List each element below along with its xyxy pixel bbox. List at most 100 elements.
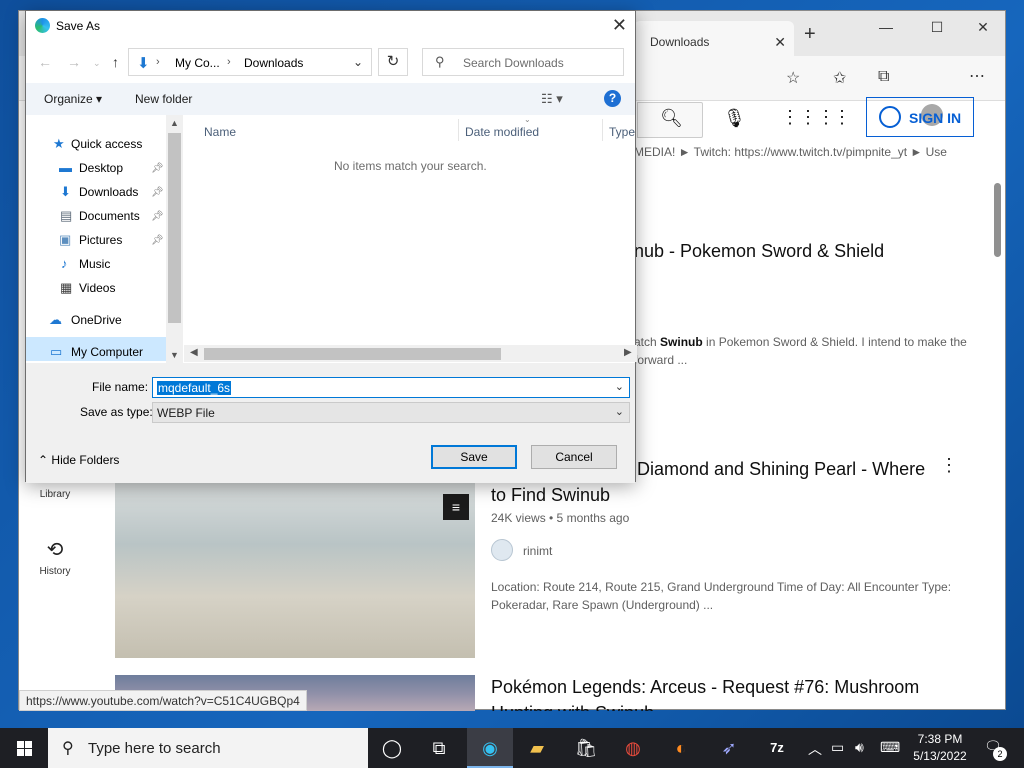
tree-item-my-computer[interactable]: My Computer	[71, 345, 143, 359]
pin-icon[interactable]: 📌︎	[151, 211, 164, 222]
chevron-down-icon[interactable]: ⌄	[615, 405, 624, 418]
tree-item-pictures[interactable]: Pictures	[79, 233, 122, 247]
taskbar-search-box[interactable]: ⚲ Type here to search	[48, 728, 368, 768]
pin-icon[interactable]: 📌︎	[151, 163, 164, 174]
horizontal-scrollbar[interactable]: ◀ ▶	[184, 345, 637, 362]
store-icon[interactable]: 🛍︎	[563, 728, 609, 768]
close-window-button[interactable]: ✕	[968, 19, 998, 36]
chrome-icon[interactable]: ◍	[610, 728, 656, 768]
add-favorite-icon[interactable]: ☆	[786, 68, 800, 88]
tree-item-desktop[interactable]: Desktop	[79, 161, 123, 175]
tree-item-documents[interactable]: Documents	[79, 209, 140, 223]
edge-app-icon[interactable]: ◉	[467, 728, 513, 768]
pin-icon[interactable]: 📌︎	[151, 235, 164, 246]
chevron-down-icon[interactable]: ⌄	[615, 380, 624, 393]
more-menu-icon[interactable]: ⋯	[969, 66, 985, 86]
column-divider[interactable]	[602, 119, 603, 141]
nav-library[interactable]: Library	[19, 489, 91, 500]
tree-item-quick-access[interactable]: Quick access	[71, 137, 142, 151]
show-hidden-icons-chevron-icon[interactable]: ︿	[808, 739, 822, 759]
chevron-down-icon[interactable]: ⌄	[353, 55, 363, 69]
dialog-close-icon[interactable]: ✕	[612, 15, 627, 36]
volume-icon[interactable]: 🔊︎	[855, 739, 864, 756]
browser-tab-downloads[interactable]: Downloads ✕	[634, 21, 794, 56]
chevron-up-icon[interactable]: ▲	[170, 118, 179, 128]
result1-title[interactable]: nub - Pokemon Sword & Shield	[634, 241, 884, 262]
breadcrumb-downloads[interactable]: Downloads	[244, 56, 303, 70]
apps-grid-icon[interactable]: ⋮⋮⋮	[781, 107, 835, 128]
settings-menu-icon[interactable]: ⋮	[833, 107, 851, 128]
pin-icon[interactable]: 📌︎	[151, 187, 164, 198]
dialog-nav-bar: ← → ⌄ ↑ ⬇ › My Co... › Downloads ⌄ ↻ ⚲ S…	[26, 41, 635, 83]
breadcrumb[interactable]: ⬇ › My Co... › Downloads ⌄	[128, 48, 372, 76]
page-scrollbar[interactable]	[994, 183, 1001, 257]
tab-close-icon[interactable]: ✕	[774, 34, 786, 51]
tree-item-music[interactable]: Music	[79, 257, 110, 271]
save-as-type-select[interactable]: WEBP File ⌄	[152, 402, 630, 423]
result2-channel[interactable]: rinimt	[523, 544, 552, 558]
refresh-button[interactable]: ↻	[378, 48, 408, 76]
organize-button[interactable]: Organize ▾	[44, 92, 102, 106]
view-options-icon[interactable]: ☷ ▾	[541, 91, 563, 107]
file-explorer-icon[interactable]: ▰	[514, 728, 560, 768]
column-header-name[interactable]: Name	[204, 125, 236, 139]
favorites-icon[interactable]: ✩	[833, 68, 846, 88]
breadcrumb-my-computer[interactable]: My Co...	[175, 56, 220, 70]
cancel-button[interactable]: Cancel	[531, 445, 617, 469]
file-name-selected-text: mqdefault_6s	[157, 381, 232, 395]
video-icon: ▦	[60, 280, 73, 295]
firefox-icon[interactable]: ◐	[658, 728, 704, 768]
result3-title-line2[interactable]: Hunting with Swinub	[491, 703, 654, 711]
sign-in-button[interactable]: SIGN IN	[866, 97, 974, 137]
column-header-date-modified[interactable]: Date modified	[465, 125, 539, 139]
sign-in-label: SIGN IN	[909, 110, 962, 126]
chevron-left-icon[interactable]: ◀	[190, 347, 198, 358]
rocket-app-icon[interactable]: ➶	[706, 728, 752, 768]
7zip-icon[interactable]: 7z	[754, 728, 800, 768]
chevron-down-icon[interactable]: ▼	[170, 350, 179, 360]
task-switcher-icon[interactable]: ⧉	[416, 728, 462, 768]
add-to-queue-icon[interactable]: ≡	[443, 494, 469, 520]
minimize-button[interactable]: —	[871, 19, 901, 35]
result2-thumbnail[interactable]	[115, 483, 475, 658]
forward-arrow-icon[interactable]: →	[67, 54, 81, 70]
sort-indicator-icon: ⌄	[524, 115, 531, 124]
channel-avatar[interactable]	[491, 539, 513, 561]
dialog-titlebar[interactable]: Save As ✕	[26, 11, 635, 41]
tree-item-videos[interactable]: Videos	[79, 281, 115, 295]
nav-history[interactable]: ⟲ History	[19, 537, 91, 577]
save-button[interactable]: Save	[431, 445, 517, 469]
search-downloads-input[interactable]: ⚲ Search Downloads	[422, 48, 624, 76]
result2-title-line2[interactable]: to Find Swinub	[491, 485, 610, 506]
recent-locations-icon[interactable]: ⌄	[93, 58, 101, 69]
clock-date[interactable]: 5/13/2022	[905, 749, 975, 763]
dialog-toolbar: Organize ▾ New folder ☷ ▾ ?	[26, 83, 635, 115]
start-button[interactable]	[0, 728, 48, 768]
task-view-icon[interactable]: ◯	[369, 728, 415, 768]
column-header-type[interactable]: Type	[609, 125, 635, 139]
up-arrow-icon[interactable]: ↑	[112, 54, 119, 70]
ime-icon[interactable]: ⌨	[880, 739, 900, 756]
history-icon: ⟲	[46, 539, 64, 561]
network-icon[interactable]: ▭	[831, 739, 844, 756]
collections-icon[interactable]: ⧉	[878, 68, 889, 86]
hide-folders-button[interactable]: ⌃ Hide Folders	[38, 453, 119, 467]
horizontal-scrollbar-thumb[interactable]	[204, 348, 501, 360]
result2-title-line1[interactable]: Diamond and Shining Pearl - Where	[637, 459, 925, 480]
result3-title-line1[interactable]: Pokémon Legends: Arceus - Request #76: M…	[491, 677, 919, 698]
result2-menu-icon[interactable]: ⋮	[940, 455, 958, 476]
microphone-icon[interactable]: 🎙︎	[723, 108, 746, 129]
file-name-field[interactable]: mqdefault_6s ⌄	[152, 377, 630, 398]
tree-scrollbar-thumb[interactable]	[168, 133, 181, 323]
new-folder-button[interactable]: New folder	[135, 92, 192, 106]
back-arrow-icon[interactable]: ←	[38, 54, 52, 70]
maximize-button[interactable]: ☐	[922, 19, 952, 36]
column-divider[interactable]	[458, 119, 459, 141]
search-placeholder: Search Downloads	[463, 56, 564, 70]
tree-item-onedrive[interactable]: OneDrive	[71, 313, 122, 327]
help-icon[interactable]: ?	[604, 90, 621, 107]
chevron-right-icon[interactable]: ▶	[624, 347, 632, 358]
clock-time[interactable]: 7:38 PM	[905, 732, 975, 746]
tree-item-downloads[interactable]: Downloads	[79, 185, 138, 199]
new-tab-button[interactable]: +	[804, 23, 816, 46]
